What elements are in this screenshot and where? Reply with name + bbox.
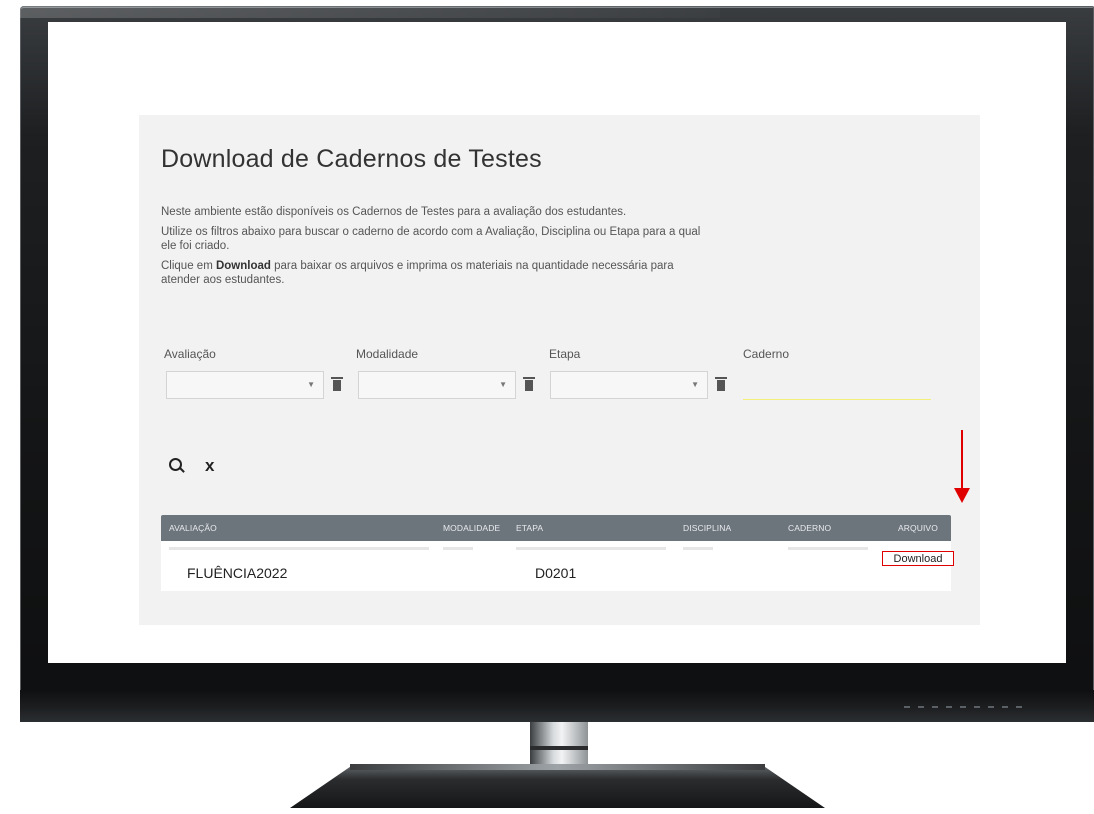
cell-avaliacao: FLUÊNCIA2022 <box>187 565 288 581</box>
intro-paragraph-1: Neste ambiente estão disponíveis os Cade… <box>161 206 627 218</box>
modalidade-select[interactable]: ▼ <box>358 371 516 399</box>
table-row: FLUÊNCIA2022 D0201 Download <box>161 541 954 591</box>
intro-paragraph-3: Clique em Download para baixar os arquiv… <box>161 259 701 287</box>
trash-icon[interactable] <box>715 377 727 391</box>
monitor-screen: Download de Cadernos de Testes Neste amb… <box>48 22 1066 663</box>
trash-icon[interactable] <box>523 377 535 391</box>
monitor-stand-base-highlight <box>350 764 765 770</box>
chevron-down-icon: ▼ <box>307 380 315 389</box>
intro-download-emphasis: Download <box>215 260 271 272</box>
header-arquivo: ARQUIVO <box>898 523 938 533</box>
chevron-down-icon: ▼ <box>691 380 699 389</box>
download-button[interactable]: Download <box>882 551 954 566</box>
caderno-label: Caderno <box>743 347 790 361</box>
monitor-stand-base <box>290 764 825 808</box>
header-disciplina: DISCIPLINA <box>683 523 732 533</box>
close-icon[interactable]: x <box>205 456 214 476</box>
avaliacao-select[interactable]: ▼ <box>166 371 324 399</box>
header-avaliacao: AVALIAÇÃO <box>169 523 217 533</box>
obscured-text <box>516 547 666 550</box>
obscured-text <box>169 547 429 550</box>
intro-paragraph-3-prefix: Clique em <box>161 260 216 272</box>
trash-icon[interactable] <box>331 377 343 391</box>
avaliacao-label: Avaliação <box>164 347 216 361</box>
obscured-text <box>443 547 473 550</box>
monitor-indicator-lights <box>904 706 1024 708</box>
intro-text: Neste ambiente estão disponíveis os Cade… <box>161 205 701 293</box>
etapa-select[interactable]: ▼ <box>550 371 708 399</box>
page-title: Download de Cadernos de Testes <box>161 145 542 173</box>
obscured-text <box>788 547 868 550</box>
annotation-arrow-head <box>954 488 970 503</box>
header-caderno: CADERNO <box>788 523 832 533</box>
modalidade-label: Modalidade <box>356 347 419 361</box>
search-icon[interactable] <box>169 458 182 471</box>
etapa-label: Etapa <box>549 347 581 361</box>
chevron-down-icon: ▼ <box>499 380 507 389</box>
intro-paragraph-2: Utilize os filtros abaixo para buscar o … <box>161 226 701 252</box>
caderno-input[interactable] <box>743 371 931 400</box>
cell-etapa: D0201 <box>535 565 577 581</box>
header-modalidade: MODALIDADE <box>443 523 501 533</box>
header-etapa: ETAPA <box>516 523 544 533</box>
obscured-text <box>683 547 713 550</box>
download-panel: Download de Cadernos de Testes Neste amb… <box>139 115 980 625</box>
annotation-arrow-line <box>961 430 963 490</box>
table-header: AVALIAÇÃO MODALIDADE ETAPA DISCIPLINA CA… <box>161 515 951 541</box>
